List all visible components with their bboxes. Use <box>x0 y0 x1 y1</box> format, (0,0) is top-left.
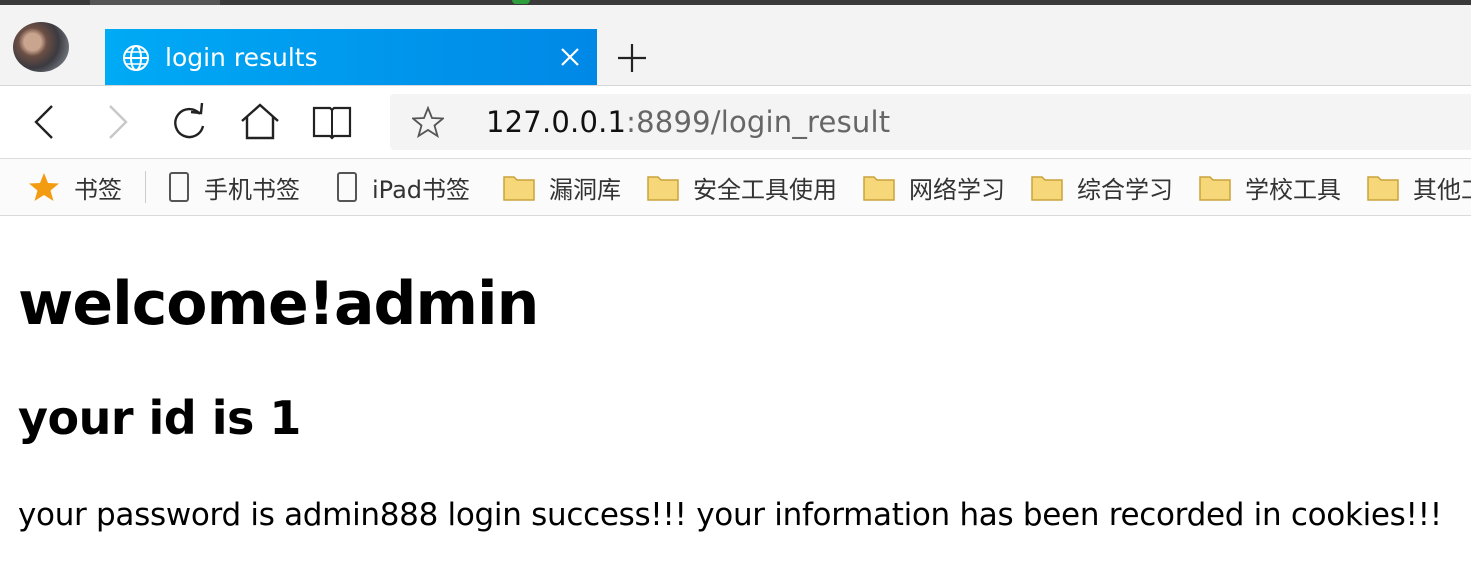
url-path: :8899/login_result <box>626 105 891 139</box>
bookmark-label: 手机书签 <box>204 175 300 204</box>
globe-icon <box>123 45 149 71</box>
bookmark-label: 其他工 <box>1413 175 1471 204</box>
folder-icon <box>1367 176 1399 201</box>
bookmarks-bar: 书签 手机书签 iPad书签 漏洞库 安全工具使用 网络学习 综合学习 学校工具… <box>0 159 1471 216</box>
folder-icon <box>503 176 535 201</box>
folder-icon <box>1031 176 1063 201</box>
bookmark-item[interactable]: 网络学习 <box>863 171 1005 204</box>
navigation-bar: 127.0.0.1:8899/login_result <box>0 86 1471 159</box>
bookmark-label: 安全工具使用 <box>693 175 837 204</box>
page-subheading: your id is 1 <box>18 391 301 445</box>
bookmark-label: 学校工具 <box>1245 175 1341 204</box>
plus-icon[interactable] <box>615 41 649 75</box>
bookmark-item[interactable]: 书签 <box>28 171 122 204</box>
bookmark-label: iPad书签 <box>372 175 471 204</box>
status-indicator <box>512 0 530 4</box>
bookmark-item[interactable]: 学校工具 <box>1199 171 1341 204</box>
bookmark-item[interactable]: 其他工 <box>1367 171 1471 204</box>
folder-icon <box>647 176 679 201</box>
tab-bar: login results <box>0 5 1471 86</box>
star-icon <box>29 173 59 201</box>
home-icon[interactable] <box>238 100 282 144</box>
back-arrow-icon[interactable] <box>22 100 66 144</box>
folder-icon <box>1199 176 1231 201</box>
url-host: 127.0.0.1 <box>486 105 627 139</box>
phone-icon <box>169 172 189 202</box>
bookmark-label: 漏洞库 <box>549 175 621 204</box>
page-heading: welcome!admin <box>18 269 539 339</box>
close-icon[interactable] <box>557 44 583 70</box>
tab-title: login results <box>165 43 318 72</box>
address-bar[interactable]: 127.0.0.1:8899/login_result <box>390 94 1471 150</box>
bookmark-label: 网络学习 <box>909 175 1005 204</box>
tablet-icon <box>337 172 357 202</box>
bookmark-item[interactable]: 安全工具使用 <box>647 171 837 204</box>
reload-icon[interactable] <box>167 100 211 144</box>
bookmark-item[interactable]: iPad书签 <box>336 171 471 204</box>
result-message: your password is admin888 login success!… <box>18 497 1442 533</box>
bookmark-item[interactable]: 综合学习 <box>1031 171 1173 204</box>
bookmark-label: 书签 <box>74 175 122 204</box>
bookmark-label: 综合学习 <box>1077 175 1173 204</box>
bookmark-item[interactable]: 漏洞库 <box>503 171 621 204</box>
star-outline-icon[interactable] <box>412 106 444 138</box>
bookmark-item[interactable]: 手机书签 <box>168 171 300 204</box>
url-text[interactable]: 127.0.0.1:8899/login_result <box>486 105 890 139</box>
bookmark-separator <box>145 171 146 203</box>
avatar[interactable] <box>13 22 69 72</box>
tab-login-results[interactable]: login results <box>105 29 597 85</box>
book-icon[interactable] <box>310 100 354 144</box>
folder-icon <box>863 176 895 201</box>
forward-arrow-icon[interactable] <box>96 100 140 144</box>
